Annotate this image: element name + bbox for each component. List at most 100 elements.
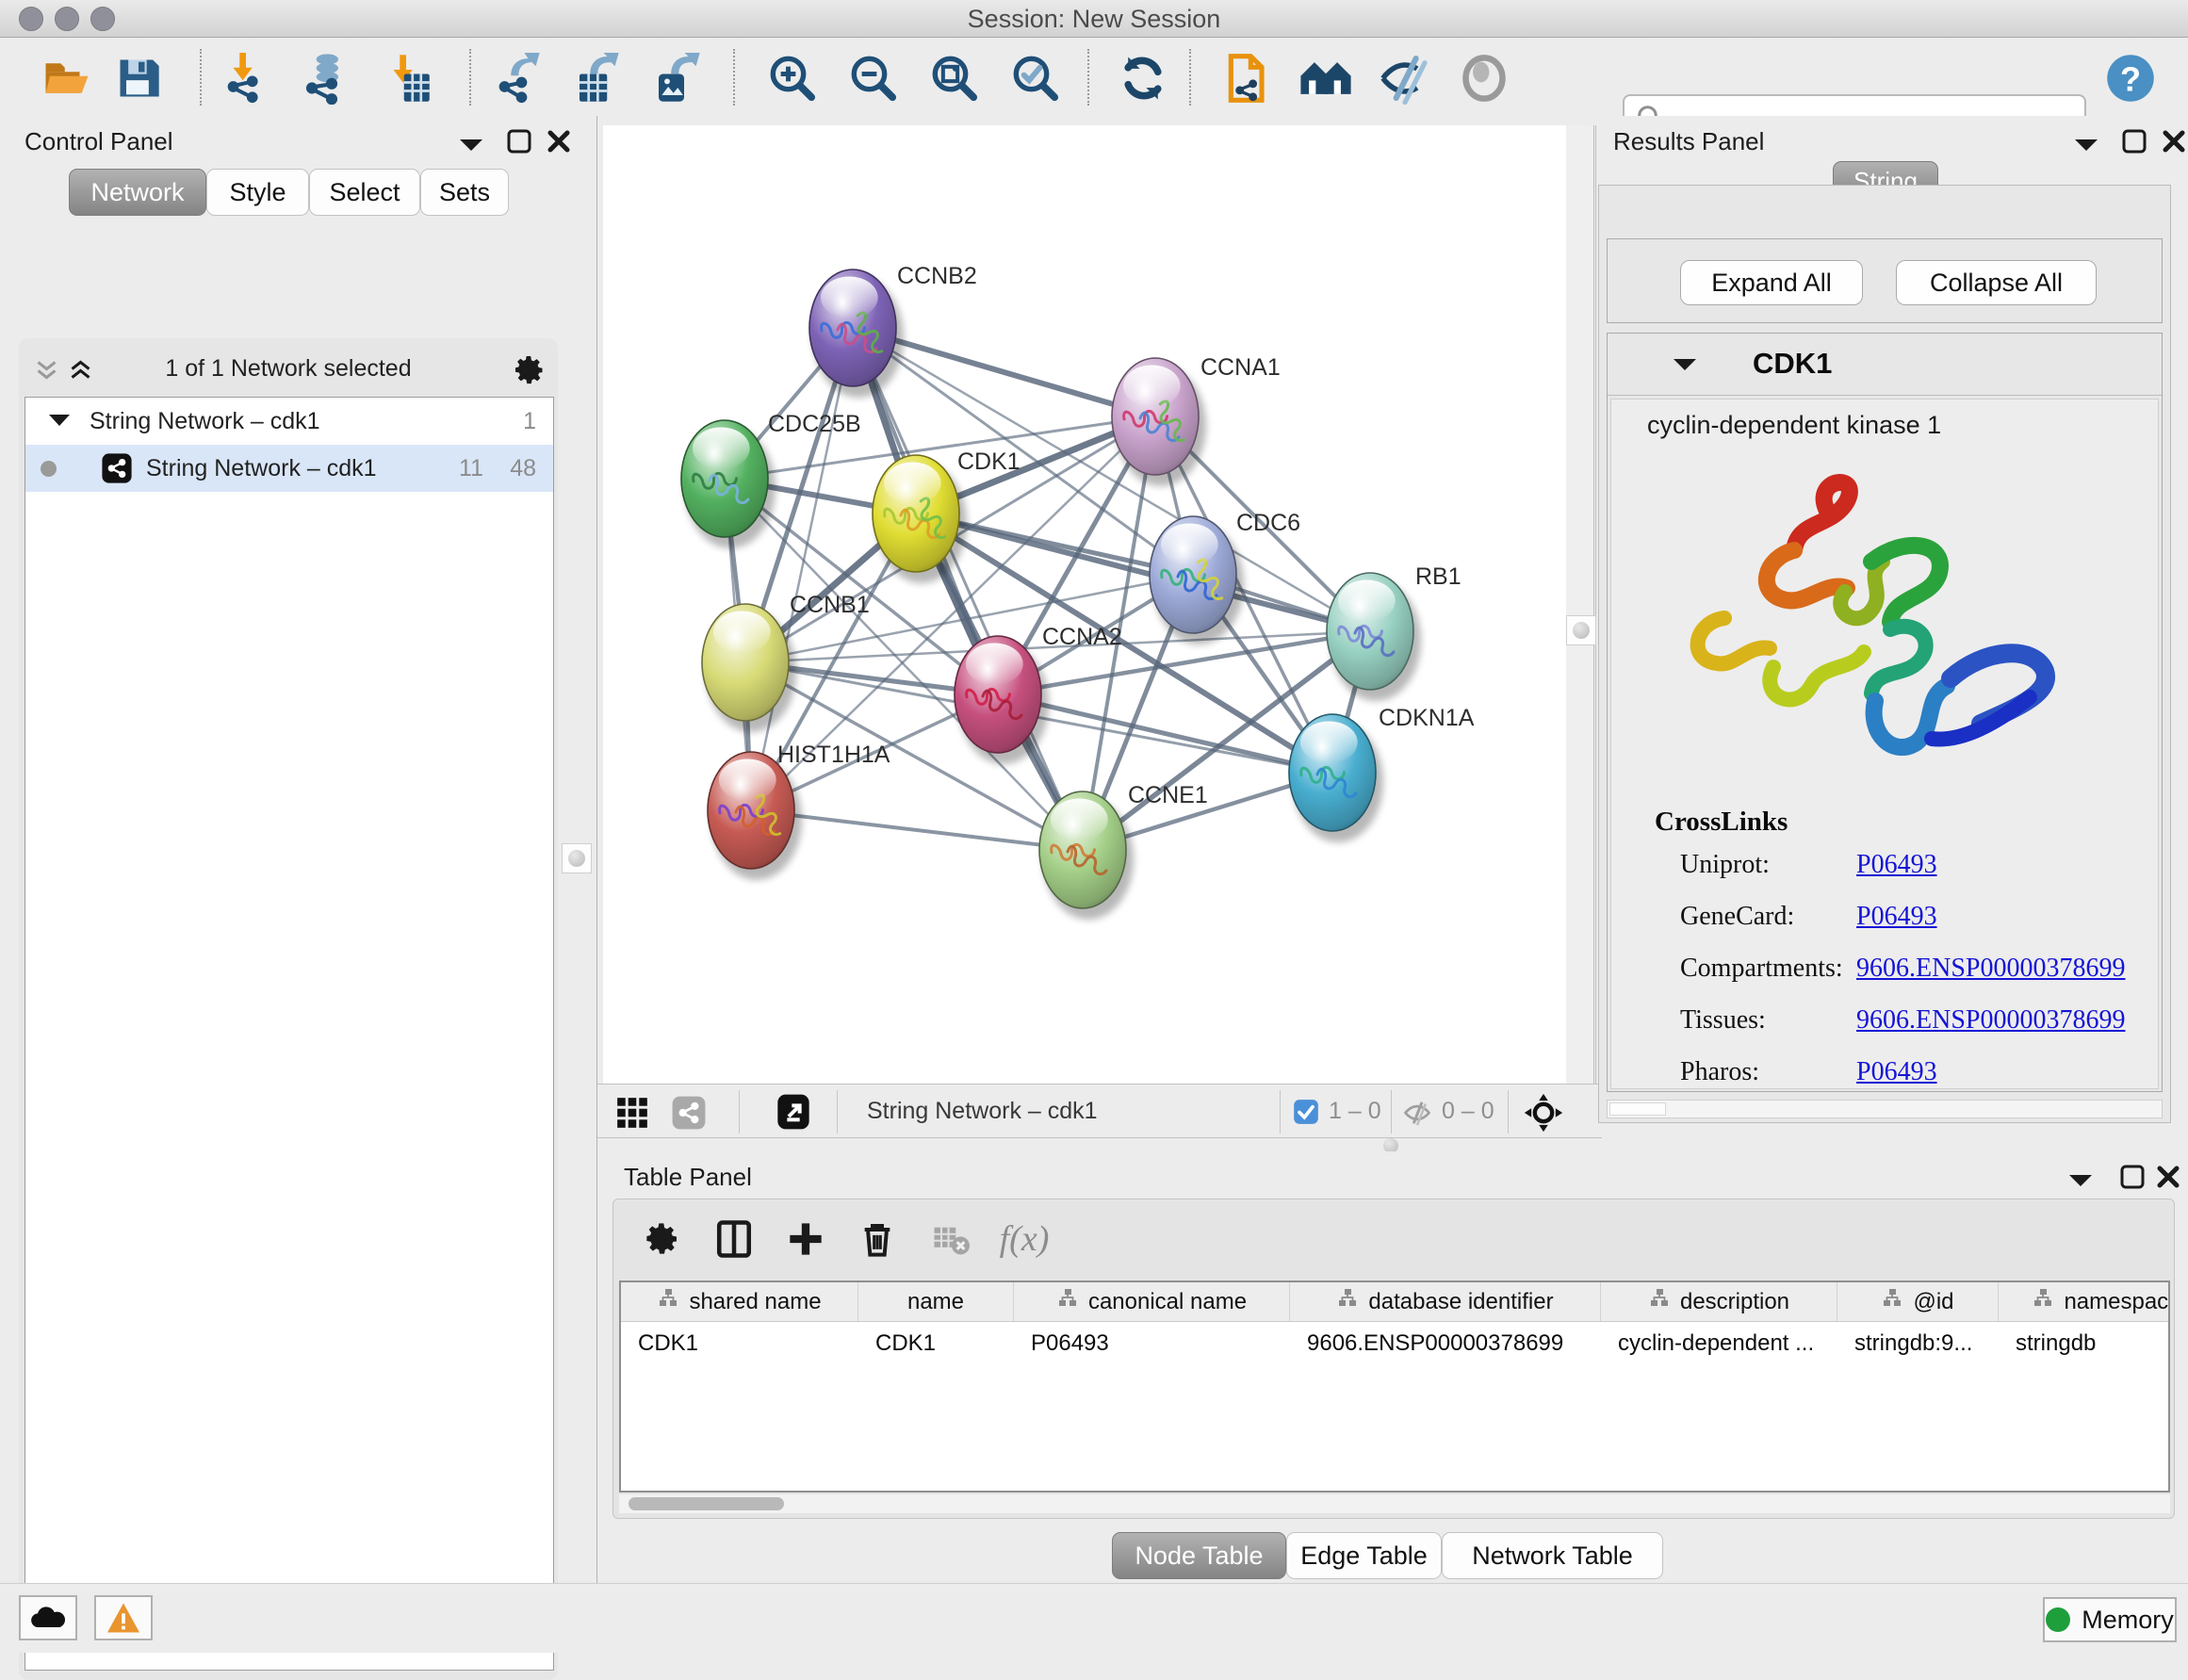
crosslink-link[interactable]: 9606.ENSP00000378699 <box>1856 954 2125 984</box>
table-panel-close-icon[interactable] <box>2154 1163 2182 1191</box>
column-header-shared-name[interactable]: shared name <box>621 1282 858 1321</box>
results-scrollbar-thumb[interactable] <box>1609 1102 1666 1116</box>
network-edge-CDK1-RB1[interactable] <box>916 514 1370 631</box>
zoom-in-icon[interactable] <box>765 51 820 106</box>
table-cell[interactable]: CDK1 <box>621 1322 858 1365</box>
collapse-all-button[interactable]: Collapse All <box>1896 260 2097 305</box>
network-edge-CDC6-CCNB1[interactable] <box>745 575 1193 662</box>
node-table[interactable]: shared namenamecanonical namedatabase id… <box>619 1280 2170 1492</box>
add-column-icon[interactable] <box>779 1213 832 1265</box>
control-panel-float-icon[interactable] <box>505 127 533 155</box>
crosslink-link[interactable]: P06493 <box>1856 850 1937 880</box>
network-selection-row: 1 of 1 Network selected <box>19 348 558 393</box>
control-panel-menu-caret-icon[interactable] <box>458 137 484 154</box>
import-network-file-icon[interactable] <box>219 51 273 106</box>
import-table-icon[interactable] <box>379 51 433 106</box>
results-scrollbar[interactable] <box>1607 1100 2163 1118</box>
results-panel-menu-caret-icon[interactable] <box>2073 137 2099 154</box>
hide-selected-icon[interactable] <box>1378 51 1432 106</box>
table-scrollbar-thumb[interactable] <box>629 1497 784 1510</box>
column-header-description[interactable]: description <box>1601 1282 1837 1321</box>
network-node-HIST1H1A[interactable] <box>708 752 802 880</box>
table-cell[interactable]: 9606.ENSP00000378699 <box>1290 1322 1601 1365</box>
network-node-CDKN1A[interactable] <box>1289 714 1383 842</box>
network-tree-child-row[interactable]: String Network – cdk1 11 48 <box>25 445 553 492</box>
column-header-database-identifier[interactable]: database identifier <box>1290 1282 1601 1321</box>
network-node-CCNA2[interactable] <box>955 636 1049 764</box>
tab-style[interactable]: Style <box>206 169 309 216</box>
tab-select[interactable]: Select <box>309 169 420 216</box>
save-session-icon[interactable] <box>111 51 166 106</box>
tab-sets[interactable]: Sets <box>420 169 509 216</box>
expand-all-button[interactable]: Expand All <box>1680 260 1863 305</box>
results-panel-close-icon[interactable] <box>2160 127 2188 155</box>
network-node-CDC25B[interactable] <box>681 420 776 548</box>
selected-checkbox-icon[interactable] <box>1293 1099 1319 1125</box>
table-cell[interactable]: P06493 <box>1014 1322 1290 1365</box>
network-tree-root-row[interactable]: String Network – cdk1 1 <box>25 398 553 445</box>
crosslink-link[interactable]: 9606.ENSP00000378699 <box>1856 1005 2125 1036</box>
table-panel-menu-caret-icon[interactable] <box>2067 1172 2094 1189</box>
network-node-CCNE1[interactable] <box>1039 791 1134 920</box>
right-splitter-handle[interactable] <box>1566 615 1596 645</box>
crosslink-link[interactable]: P06493 <box>1856 1057 1937 1087</box>
show-columns-icon[interactable] <box>708 1213 760 1265</box>
footer-separator <box>837 1090 838 1134</box>
share-file-icon[interactable] <box>1221 51 1276 106</box>
import-network-database-icon[interactable] <box>298 51 352 106</box>
tab-network-table[interactable]: Network Table <box>1442 1532 1663 1579</box>
tab-edge-table[interactable]: Edge Table <box>1286 1532 1442 1579</box>
network-node-CDC6[interactable] <box>1150 516 1244 644</box>
export-network-icon[interactable] <box>490 51 545 106</box>
tab-network[interactable]: Network <box>69 169 206 216</box>
pan-crosshair-icon[interactable] <box>1523 1092 1564 1134</box>
memory-button[interactable]: Memory <box>2043 1597 2177 1642</box>
refresh-icon[interactable] <box>1116 51 1170 106</box>
delete-column-icon[interactable] <box>851 1213 904 1265</box>
column-header-namespace[interactable]: namespace <box>1999 1282 2170 1321</box>
network-node-CCNB1[interactable] <box>702 604 796 732</box>
show-all-icon[interactable] <box>1457 51 1511 106</box>
network-node-CCNB2[interactable] <box>809 269 904 398</box>
control-panel-close-icon[interactable] <box>545 127 573 155</box>
left-splitter-handle[interactable] <box>562 843 592 873</box>
horizontal-splitter[interactable] <box>597 1140 1602 1151</box>
network-canvas[interactable]: CCNB2CCNA1CDC25BCDK1CDC6RB1CCNB1CCNA2CDK… <box>603 125 1566 1084</box>
table-gear-icon[interactable] <box>636 1213 689 1265</box>
tree-collapse-caret-icon[interactable] <box>48 413 71 428</box>
network-node-RB1[interactable] <box>1327 573 1421 701</box>
zoom-fit-icon[interactable] <box>927 51 982 106</box>
column-header--id[interactable]: @id <box>1837 1282 1999 1321</box>
zoom-out-icon[interactable] <box>846 51 901 106</box>
network-options-gear-icon[interactable] <box>513 353 547 387</box>
table-cell[interactable]: stringdb:9... <box>1837 1322 1999 1365</box>
birds-eye-grid-icon[interactable] <box>614 1095 650 1131</box>
warning-button[interactable] <box>94 1595 153 1640</box>
table-row[interactable]: CDK1CDK1P064939606.ENSP00000378699cyclin… <box>621 1322 2168 1365</box>
shared-column-icon <box>1056 1287 1079 1316</box>
tab-node-table[interactable]: Node Table <box>1112 1532 1286 1579</box>
table-panel-float-icon[interactable] <box>2118 1163 2147 1191</box>
home-icon[interactable] <box>1298 51 1353 106</box>
table-scrollbar[interactable] <box>619 1494 2170 1513</box>
protein-collapse-caret-icon[interactable] <box>1672 356 1698 373</box>
export-image-icon[interactable] <box>648 51 703 106</box>
network-share-toggle-icon[interactable] <box>671 1095 707 1131</box>
open-session-icon[interactable] <box>40 51 94 106</box>
table-cell[interactable]: stringdb <box>1999 1322 2170 1365</box>
delete-table-icon[interactable] <box>924 1213 977 1265</box>
network-edge-CCNB2-CCNE1[interactable] <box>853 328 1083 850</box>
crosslink-link[interactable]: P06493 <box>1856 902 1937 932</box>
results-panel-float-icon[interactable] <box>2120 127 2148 155</box>
column-header-name[interactable]: name <box>858 1282 1014 1321</box>
export-table-icon[interactable] <box>569 51 624 106</box>
detach-view-icon[interactable] <box>775 1093 812 1131</box>
column-header-canonical-name[interactable]: canonical name <box>1014 1282 1290 1321</box>
help-icon[interactable]: ? <box>2103 51 2158 106</box>
table-cell[interactable]: CDK1 <box>858 1322 1014 1365</box>
cloud-button[interactable] <box>19 1595 77 1640</box>
function-builder-icon[interactable]: f(x) <box>998 1213 1051 1265</box>
zoom-selected-icon[interactable] <box>1008 51 1063 106</box>
table-cell[interactable]: cyclin-dependent ... <box>1601 1322 1837 1365</box>
protein-section-header[interactable]: CDK1 <box>1608 334 2162 396</box>
